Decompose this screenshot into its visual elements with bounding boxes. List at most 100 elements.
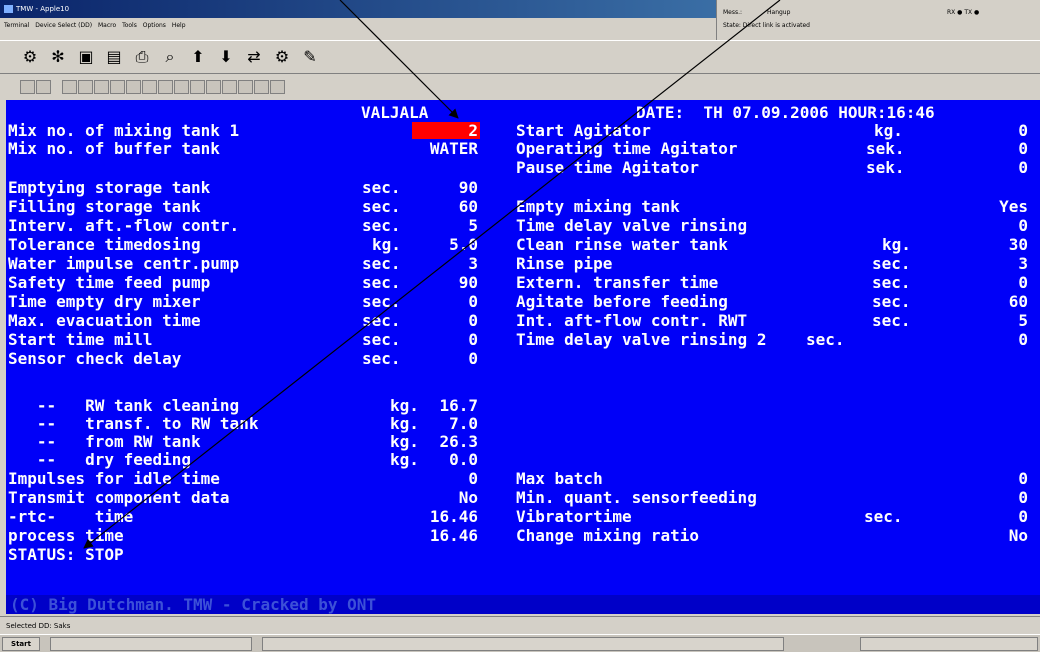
config-icon[interactable]: ⚙ — [272, 47, 292, 67]
param-value[interactable]: 5 — [966, 312, 1028, 330]
param-value[interactable]: 60 — [426, 198, 478, 216]
menu-tools[interactable]: Tools — [122, 22, 137, 29]
param-label: Transmit component data — [8, 488, 230, 507]
fkey-button[interactable] — [174, 80, 189, 94]
param-value[interactable]: 16.7 — [426, 397, 478, 415]
param-value[interactable]: 0 — [966, 217, 1028, 235]
fkey-button[interactable] — [110, 80, 125, 94]
param-label: Max batch — [516, 469, 603, 488]
fkey-button[interactable] — [62, 80, 77, 94]
rx-tx-indicator: RX ● TX ● — [947, 9, 980, 16]
location-name: VALJALA — [361, 103, 429, 122]
param-value[interactable]: 7.0 — [426, 415, 478, 433]
fkey-button[interactable] — [190, 80, 205, 94]
fkey-button[interactable] — [206, 80, 221, 94]
param-value[interactable]: 0 — [426, 331, 478, 349]
param-unit: kg. — [372, 235, 401, 254]
param-value[interactable]: No — [426, 489, 478, 507]
title-bar[interactable]: TMW - Apple10 — [0, 0, 716, 18]
connect-icon[interactable]: ⚙ — [20, 47, 40, 67]
menu-terminal[interactable]: Terminal — [4, 22, 29, 29]
transfer-icon[interactable]: ⇄ — [244, 47, 264, 67]
param-value[interactable]: WATER — [386, 140, 478, 158]
fkey-button[interactable] — [36, 80, 51, 94]
taskbar-buttons[interactable] — [262, 637, 784, 651]
param-value[interactable]: 0 — [966, 140, 1028, 158]
message-label: Mess.: — [723, 9, 743, 16]
param-value[interactable]: No — [966, 527, 1028, 545]
connection-status-panel: Mess.: Hangup RX ● TX ● State: Direct li… — [716, 0, 1040, 40]
param-value[interactable]: 0 — [966, 331, 1028, 349]
date-time: DATE: TH 07.09.2006 HOUR:16:46 — [636, 103, 935, 122]
param-value[interactable]: 90 — [426, 274, 478, 292]
fkey-button[interactable] — [158, 80, 173, 94]
fkey-button[interactable] — [222, 80, 237, 94]
quicklaunch-area[interactable] — [50, 637, 252, 651]
tool-icon[interactable]: ✎ — [300, 47, 320, 67]
fkey-button[interactable] — [78, 80, 93, 94]
terminal-screen[interactable]: VALJALA DATE: TH 07.09.2006 HOUR:16:46 M… — [6, 100, 1040, 614]
param-unit: kg. — [390, 432, 419, 451]
save-icon[interactable]: ▣ — [76, 47, 96, 67]
menu-device-select[interactable]: Device Select (DD) — [35, 22, 92, 29]
fkey-button[interactable] — [94, 80, 109, 94]
param-label: -- transf. to RW tank — [8, 414, 259, 433]
param-unit: kg. — [390, 450, 419, 469]
param-value[interactable]: 30 — [966, 236, 1028, 254]
menu-help[interactable]: Help — [172, 22, 186, 29]
status-bar: Selected DD: Saks — [0, 616, 1040, 634]
param-label: Min. quant. sensorfeeding — [516, 488, 757, 507]
param-value[interactable]: 26.3 — [426, 433, 478, 451]
param-value[interactable]: 0 — [966, 159, 1028, 177]
param-label: -rtc- time — [8, 507, 134, 526]
param-value[interactable]: 2 — [406, 122, 478, 140]
fkey-button[interactable] — [20, 80, 35, 94]
param-value[interactable]: 0 — [426, 350, 478, 368]
param-label: Sensor check delay — [8, 349, 182, 368]
print-icon[interactable]: ⎙ — [132, 47, 152, 67]
param-label: Start Agitator — [516, 121, 651, 140]
param-value[interactable]: 5.0 — [426, 236, 478, 254]
menu-options[interactable]: Options — [143, 22, 166, 29]
param-value[interactable]: 0 — [966, 470, 1028, 488]
param-value[interactable]: 0.0 — [426, 451, 478, 469]
param-value[interactable]: 3 — [426, 255, 478, 273]
fkey-button[interactable] — [126, 80, 141, 94]
settings-icon[interactable]: ✻ — [48, 47, 68, 67]
param-value[interactable]: 0 — [966, 508, 1028, 526]
param-value[interactable]: 3 — [966, 255, 1028, 273]
fkey-button[interactable] — [238, 80, 253, 94]
param-value[interactable]: 60 — [966, 293, 1028, 311]
fkey-button[interactable] — [142, 80, 157, 94]
param-unit: kg. — [882, 235, 911, 254]
param-label: Max. evacuation time — [8, 311, 201, 330]
param-value[interactable]: Yes — [966, 198, 1028, 216]
fkey-button[interactable] — [270, 80, 285, 94]
param-value[interactable]: 5 — [426, 217, 478, 235]
param-value[interactable]: 0 — [966, 489, 1028, 507]
param-label: Tolerance timedosing — [8, 235, 201, 254]
param-label: -- RW tank cleaning — [8, 396, 240, 415]
hangup-status: Hangup — [767, 9, 791, 16]
param-value[interactable]: 0 — [426, 470, 478, 488]
param-value[interactable]: 0 — [966, 122, 1028, 140]
start-button[interactable]: Start — [2, 637, 40, 651]
taskbar: Start — [0, 634, 1040, 652]
param-value[interactable]: 0 — [426, 312, 478, 330]
search-icon[interactable]: ⌕ — [160, 47, 180, 67]
download-icon[interactable]: ⬇ — [216, 47, 236, 67]
param-label: Pause time Agitator — [516, 158, 700, 177]
upload-icon[interactable]: ⬆ — [188, 47, 208, 67]
param-value[interactable]: 0 — [426, 293, 478, 311]
menu-macro[interactable]: Macro — [98, 22, 116, 29]
link-state: State: Direct link is activated — [723, 22, 810, 29]
param-unit: kg. — [874, 121, 903, 140]
param-label: Filling storage tank — [8, 197, 201, 216]
param-value[interactable]: 90 — [426, 179, 478, 197]
param-unit: sec. — [806, 330, 845, 349]
fkey-button[interactable] — [254, 80, 269, 94]
function-key-bar — [0, 73, 1040, 98]
param-label: Safety time feed pump — [8, 273, 211, 292]
param-value[interactable]: 0 — [966, 274, 1028, 292]
monitor-icon[interactable]: ▤ — [104, 47, 124, 67]
